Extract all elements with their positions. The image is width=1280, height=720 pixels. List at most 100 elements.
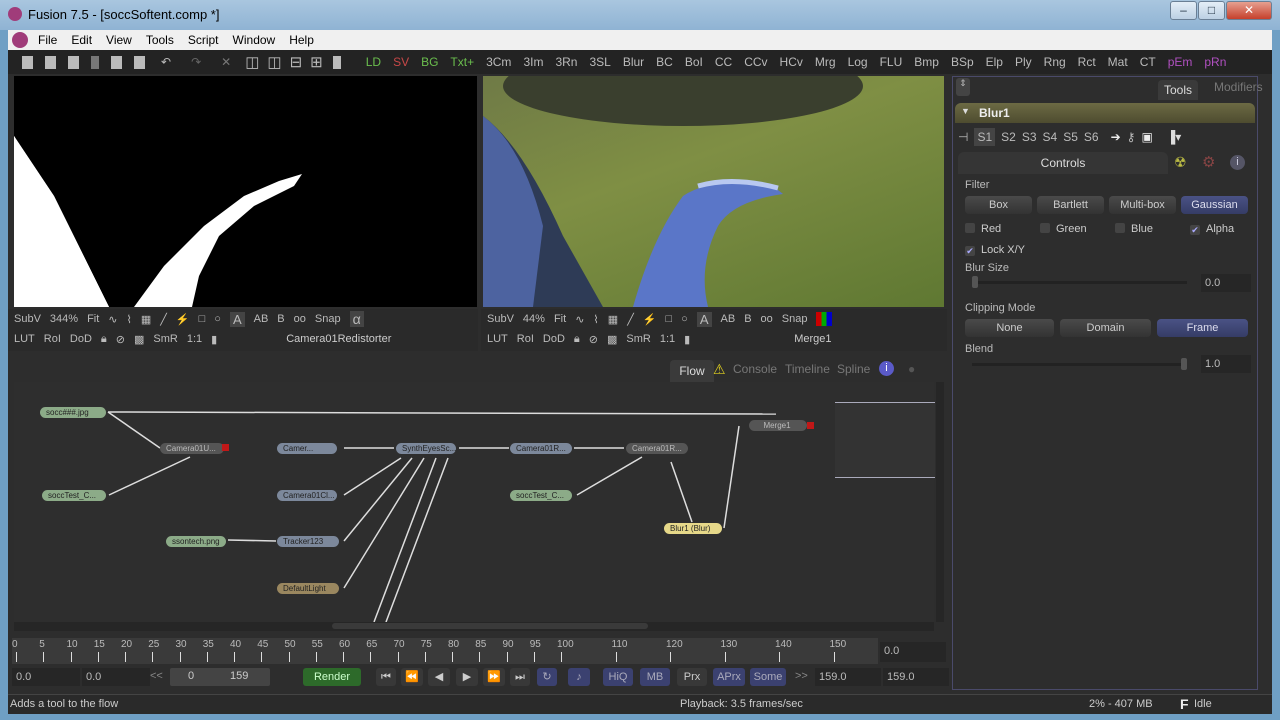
tool-button-ccv[interactable]: CCv	[739, 55, 772, 69]
slider-handle[interactable]	[1181, 358, 1187, 370]
menu-window[interactable]: Window	[233, 33, 276, 47]
lock-xy-checkbox[interactable]: ✔ Lock X/Y	[965, 244, 1025, 256]
tab-controls[interactable]: Controls	[958, 152, 1168, 174]
render-button[interactable]: Render	[303, 668, 361, 686]
tool-button-cc[interactable]: CC	[710, 55, 737, 69]
levels-icon[interactable]: ▮	[684, 333, 690, 346]
filter-bartlett-button[interactable]: Bartlett	[1037, 196, 1104, 214]
go-to-start-icon[interactable]: ⏮	[376, 668, 396, 686]
tool-button-mat[interactable]: Mat	[1103, 55, 1133, 69]
time-ruler[interactable]: 0 5 10 15 20 25 30 35 40 45 50 55 60 65 70 75 80 85 90 95 10…	[12, 638, 878, 664]
proxy-icon[interactable]: ⊘	[116, 333, 125, 346]
save-settings-icon[interactable]: ▣	[1141, 130, 1152, 144]
rectangle-icon[interactable]: □	[199, 313, 206, 325]
step-back-icon[interactable]: ◀	[428, 668, 450, 686]
info-icon[interactable]: i	[879, 361, 894, 376]
menu-tools[interactable]: Tools	[146, 33, 174, 47]
line-icon[interactable]: ╱	[627, 313, 634, 326]
mb-button[interactable]: MB	[640, 668, 670, 686]
flow-node[interactable]: DefaultLight	[277, 583, 339, 594]
tool-button-mrg[interactable]: Mrg	[810, 55, 841, 69]
blend-input[interactable]: 1.0	[1201, 355, 1251, 373]
pin-icon[interactable]: ⊣	[958, 130, 968, 144]
bspline-icon[interactable]: ⌇	[593, 313, 598, 326]
tool-button-bsp[interactable]: BSp	[946, 55, 979, 69]
layout-4-icon[interactable]: ⊞	[310, 53, 323, 71]
slot-s5[interactable]: S5	[1063, 130, 1078, 144]
play-icon[interactable]: ▶	[456, 668, 478, 686]
filter-box-button[interactable]: Box	[965, 196, 1032, 214]
settings-gear-icon[interactable]: ⚙	[1202, 153, 1215, 171]
alpha-button[interactable]: α	[349, 311, 364, 327]
layout-2-icon[interactable]: ◫	[267, 53, 281, 71]
collapse-icon[interactable]: ▼	[961, 106, 970, 116]
clip-domain-button[interactable]: Domain	[1060, 319, 1151, 337]
audio-icon[interactable]: ♪	[568, 668, 590, 686]
curve-icon[interactable]: ∿	[575, 313, 584, 326]
tool-button-3cm[interactable]: 3Cm	[481, 55, 516, 69]
tool-button-flu[interactable]: FLU	[875, 55, 908, 69]
delete-icon[interactable]: ✕	[221, 55, 231, 69]
menu-script[interactable]: Script	[188, 33, 219, 47]
render-end-field[interactable]: 159.0	[815, 668, 881, 686]
rgb-channel-icon[interactable]	[816, 312, 833, 326]
ellipse-icon[interactable]: ○	[214, 313, 221, 325]
slot-s4[interactable]: S4	[1043, 130, 1058, 144]
tool-button-txt[interactable]: Txt+	[445, 55, 479, 69]
redo-icon[interactable]: ↷	[191, 55, 201, 69]
slot-s1[interactable]: S1	[974, 128, 996, 146]
flow-node[interactable]: Tracker123	[277, 536, 339, 547]
slider-handle[interactable]	[972, 276, 978, 288]
smr-button[interactable]: SmR	[153, 333, 177, 345]
flow-node[interactable]: soccTest_C...	[42, 490, 106, 501]
flow-node[interactable]: Merge1	[749, 420, 807, 431]
layout-1-icon[interactable]: ◫	[245, 53, 259, 71]
curve-icon[interactable]: ∿	[108, 313, 117, 326]
layout-3-icon[interactable]: ⊟	[290, 53, 303, 71]
slot-s6[interactable]: S6	[1084, 130, 1099, 144]
menu-file[interactable]: File	[38, 33, 57, 47]
view-a-button[interactable]: A	[229, 311, 245, 327]
minimize-button[interactable]: –	[1170, 1, 1197, 20]
tool-button-3rn[interactable]: 3Rn	[550, 55, 582, 69]
subview-button[interactable]: SubV	[14, 313, 41, 325]
view-ab-button[interactable]: AB	[254, 313, 269, 325]
tool-button-rng[interactable]: Rng	[1039, 55, 1071, 69]
flow-node[interactable]: socc###.jpg	[40, 407, 106, 418]
scrollbar-thumb[interactable]	[332, 623, 648, 629]
save-icon[interactable]	[68, 55, 79, 69]
wand-icon[interactable]: ⚡	[176, 313, 190, 326]
glasses-icon[interactable]: oo	[294, 313, 306, 325]
hiq-button[interactable]: HiQ	[603, 668, 633, 686]
wand-icon[interactable]: ⚡	[643, 313, 657, 326]
open-icon[interactable]	[45, 55, 56, 69]
ratio-button[interactable]: 1:1	[660, 333, 675, 345]
key-icon[interactable]: ⚷	[1127, 130, 1136, 144]
left-viewer[interactable]	[14, 76, 477, 307]
info-icon[interactable]: i	[1230, 155, 1245, 170]
tab-flow[interactable]: Flow	[670, 360, 714, 382]
red-checkbox[interactable]: Red	[965, 223, 1001, 235]
blend-slider[interactable]	[972, 358, 1187, 370]
tab-console[interactable]: Console	[733, 362, 777, 376]
checker-icon[interactable]: ▩	[607, 333, 617, 346]
paste-icon[interactable]	[134, 55, 145, 69]
tool-button-log[interactable]: Log	[843, 55, 873, 69]
filter-multibox-button[interactable]: Multi-box	[1109, 196, 1176, 214]
tool-button-elp[interactable]: Elp	[981, 55, 1008, 69]
menu-edit[interactable]: Edit	[71, 33, 92, 47]
tool-button-hcv[interactable]: HCv	[775, 55, 808, 69]
smr-button[interactable]: SmR	[626, 333, 650, 345]
right-viewer[interactable]	[483, 76, 944, 307]
render-start-field[interactable]: 0.0	[82, 668, 150, 686]
tool-header[interactable]: ▼ Blur1	[955, 103, 1255, 123]
clip-frame-button[interactable]: Frame	[1157, 319, 1248, 337]
new-icon[interactable]	[22, 55, 33, 69]
fit-button[interactable]: Fit	[554, 313, 566, 325]
tool-button-rct[interactable]: Rct	[1073, 55, 1101, 69]
tool-button-3im[interactable]: 3Im	[518, 55, 548, 69]
flow-node[interactable]: ssontech.png	[166, 536, 226, 547]
green-checkbox[interactable]: Green	[1040, 223, 1087, 235]
lock-icon[interactable]: 🔒︎	[574, 333, 580, 346]
slot-s3[interactable]: S3	[1022, 130, 1037, 144]
